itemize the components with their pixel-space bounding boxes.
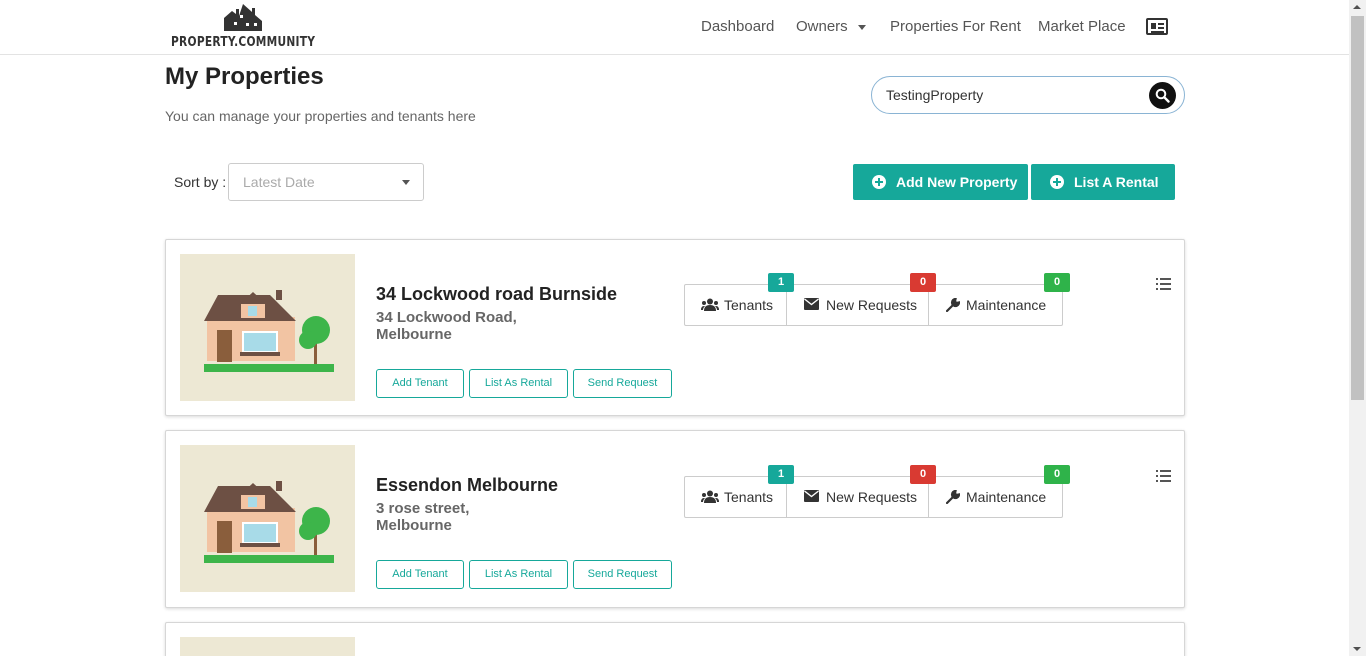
maintenance-stat[interactable]: Maintenance [929,285,1063,325]
address-line-1: 3 rose street, [376,500,470,517]
users-icon [701,490,719,503]
property-card: 34 Lockwood road Burnside 34 Lockwood Ro… [165,239,1185,416]
vertical-scrollbar[interactable] [1349,0,1366,656]
property-thumbnail[interactable] [180,637,355,656]
house-illustration [204,290,334,372]
sort-selected-value: Latest Date [243,174,315,190]
new-requests-label: New Requests [826,297,918,313]
maintenance-stat[interactable]: Maintenance [929,477,1063,517]
search-input[interactable] [886,85,1146,105]
wrench-icon [946,298,960,312]
nav-properties-for-rent[interactable]: Properties For Rent [890,18,1021,35]
scroll-down-arrow-icon[interactable] [1353,647,1361,651]
requests-count-badge: 0 [910,273,936,292]
send-request-button[interactable]: Send Request [573,369,672,398]
property-address: 34 Lockwood Road, Melbourne [376,309,536,343]
wrench-icon [946,490,960,504]
add-tenant-button[interactable]: Add Tenant [376,369,464,398]
site-logo[interactable]: PROPERTY.COMMUNITY [171,4,316,50]
nav-dashboard[interactable]: Dashboard [701,18,774,35]
property-card [165,622,1185,656]
add-new-property-button[interactable]: Add New Property [853,164,1028,200]
page-subtitle: You can manage your properties and tenan… [165,108,476,124]
page: PROPERTY.COMMUNITY Dashboard Owners Prop… [0,0,1349,656]
list-a-rental-button[interactable]: List A Rental [1031,164,1175,200]
search-bar [871,76,1185,114]
caret-down-icon [857,24,866,30]
envelope-icon [804,490,819,502]
address-line-2: Melbourne [376,326,452,343]
requests-count-badge: 0 [910,465,936,484]
house-illustration [204,481,334,563]
maintenance-count-badge: 0 [1044,273,1070,292]
tenants-count-badge: 1 [768,465,794,484]
tenants-count-badge: 1 [768,273,794,292]
sort-select[interactable]: Latest Date [228,163,424,201]
property-stats: Tenants New Requests Maintenance [684,284,1063,326]
address-line-1: 34 Lockwood Road, [376,309,517,326]
property-stats: Tenants New Requests Maintenance [684,476,1063,518]
property-card: Essendon Melbourne 3 rose street, Melbou… [165,430,1185,608]
new-requests-stat[interactable]: New Requests [787,477,928,517]
nav-owners-label: Owners [796,18,848,35]
maintenance-label: Maintenance [966,489,1047,505]
new-requests-stat[interactable]: New Requests [787,285,928,325]
list-a-rental-label: List A Rental [1074,174,1159,190]
property-name[interactable]: Essendon Melbourne [376,475,558,496]
address-line-2: Melbourne [376,517,452,534]
tenants-label: Tenants [724,489,774,505]
search-button[interactable] [1149,82,1176,109]
list-icon[interactable] [1156,278,1171,290]
scroll-up-arrow-icon[interactable] [1353,5,1361,9]
users-icon [701,298,719,311]
nav-market-place[interactable]: Market Place [1038,18,1126,35]
logo-text: PROPERTY.COMMUNITY [171,35,316,50]
top-navbar: PROPERTY.COMMUNITY Dashboard Owners Prop… [0,0,1349,55]
caret-down-icon [402,180,410,185]
property-name[interactable]: 34 Lockwood road Burnside [376,284,617,305]
nav-owners[interactable]: Owners [796,18,866,35]
plus-circle-icon [1050,175,1064,189]
house-logo-icon [224,4,262,31]
list-as-rental-button[interactable]: List As Rental [469,369,568,398]
property-address: 3 rose street, Melbourne [376,500,536,534]
new-requests-label: New Requests [826,489,918,505]
list-as-rental-button[interactable]: List As Rental [469,560,568,589]
plus-circle-icon [872,175,886,189]
scrollbar-thumb[interactable] [1351,16,1364,400]
property-thumbnail[interactable] [180,445,355,592]
maintenance-count-badge: 0 [1044,465,1070,484]
maintenance-label: Maintenance [966,297,1047,313]
send-request-button[interactable]: Send Request [573,560,672,589]
envelope-icon [804,298,819,310]
add-tenant-button[interactable]: Add Tenant [376,560,464,589]
search-icon [1155,88,1170,103]
list-icon[interactable] [1156,470,1171,482]
property-thumbnail[interactable] [180,254,355,401]
page-title: My Properties [165,63,324,90]
add-new-property-label: Add New Property [896,174,1018,190]
tenants-label: Tenants [724,297,774,313]
id-card-icon[interactable] [1146,18,1168,35]
sort-label: Sort by : [174,174,227,190]
